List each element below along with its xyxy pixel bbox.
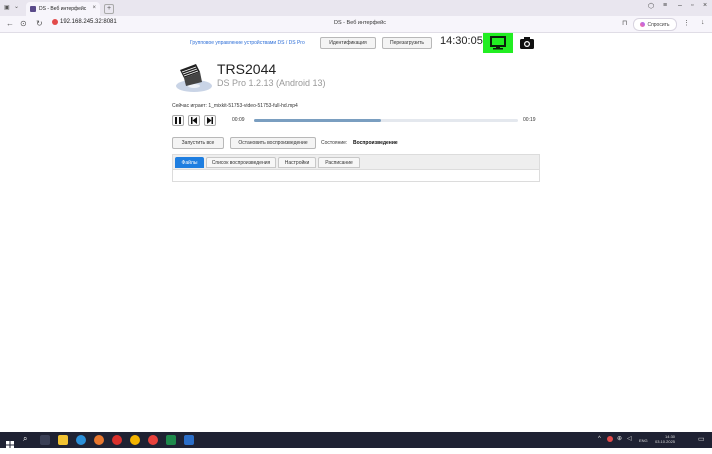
previous-icon	[191, 117, 197, 124]
state-label: Состояние:	[321, 140, 348, 146]
download-icon[interactable]: ↓	[701, 19, 705, 26]
excel-icon[interactable]	[166, 435, 176, 445]
browser-tab[interactable]: DS - Веб интерфейс ×	[26, 2, 100, 16]
reboot-button[interactable]: Перезагрузить	[382, 37, 432, 49]
progress-bar-fill	[254, 119, 381, 122]
device-name: TRS2044	[217, 61, 277, 77]
next-button[interactable]	[204, 115, 216, 126]
tray-app-icon[interactable]	[607, 436, 613, 442]
ask-label: Спросить	[647, 21, 670, 28]
monitor-icon	[490, 36, 506, 50]
identify-button[interactable]: Идентификация	[320, 37, 376, 49]
screen-preview-button[interactable]	[483, 33, 513, 53]
search-icon[interactable]: ⌕	[23, 434, 27, 444]
tab-content-panel	[172, 170, 540, 182]
clock: 14:30:05	[440, 35, 483, 47]
back-icon[interactable]: ←	[6, 19, 14, 28]
yandex-browser-icon[interactable]	[148, 435, 158, 445]
more-icon[interactable]: ⋮	[683, 19, 690, 27]
browser-tab-title: DS - Веб интерфейс	[39, 6, 87, 12]
tab-settings[interactable]: Настройки	[278, 157, 316, 168]
close-tab-icon[interactable]: ×	[92, 5, 96, 11]
group-management-link[interactable]: Групповое управление устройствами DS / D…	[190, 40, 305, 46]
maximize-icon[interactable]: ▫	[691, 2, 693, 9]
ask-button[interactable]: Спросить	[633, 18, 677, 31]
firefox-icon[interactable]	[94, 435, 104, 445]
current-time: 00:09	[232, 117, 245, 123]
ai-icon	[640, 22, 646, 27]
tab-playlist[interactable]: Список воспроизведения	[206, 157, 276, 168]
next-icon	[207, 117, 213, 124]
reload-icon[interactable]: ↻	[36, 19, 43, 28]
start-all-button[interactable]: Запустить все	[172, 137, 224, 149]
new-tab-button[interactable]: +	[104, 4, 114, 14]
previous-button[interactable]	[188, 115, 200, 126]
volume-icon[interactable]: ◁	[627, 435, 632, 442]
system-date: 03.10.2025	[655, 439, 676, 444]
app-icon[interactable]	[184, 435, 194, 445]
pause-button[interactable]	[172, 115, 184, 126]
notifications-icon[interactable]: ▭	[698, 435, 705, 443]
extensions-icon[interactable]: ⬡	[648, 2, 654, 10]
menu-icon[interactable]: ≡	[663, 2, 667, 9]
chrome-icon[interactable]	[130, 435, 140, 445]
task-view-icon[interactable]	[40, 435, 50, 445]
opera-icon[interactable]	[112, 435, 122, 445]
state-value: Воспроизведение	[353, 140, 398, 146]
total-time: 00:19	[523, 117, 536, 123]
tray-chevron-icon[interactable]: ^	[598, 436, 601, 442]
pause-icon	[175, 117, 181, 124]
ds-logo	[174, 62, 214, 94]
taskbar	[0, 432, 712, 448]
language-indicator[interactable]: ENG	[639, 438, 648, 443]
network-icon[interactable]: ⊕	[617, 435, 622, 442]
tab-schedule[interactable]: Расписание	[318, 157, 360, 168]
url-field[interactable]: 192.168.245.32:8081	[60, 19, 117, 25]
device-version: DS Pro 1.2.13 (Android 13)	[217, 78, 326, 88]
windows-start-icon[interactable]	[6, 436, 14, 449]
sidebar-toggle-icon[interactable]: ▣	[4, 4, 10, 11]
minimize-icon[interactable]: –	[678, 2, 682, 9]
history-icon[interactable]: ⊙	[20, 19, 27, 28]
system-clock[interactable]: 14:30 03.10.2025	[655, 434, 675, 444]
edge-icon[interactable]	[76, 435, 86, 445]
tab-list-icon[interactable]: ⌄	[14, 3, 19, 10]
file-explorer-icon[interactable]	[58, 435, 68, 445]
now-playing-text: Сейчас играет: 1_mixkit-51753-video-5175…	[172, 103, 298, 109]
bookmark-icon[interactable]: ⊓	[622, 19, 627, 27]
page-title: DS - Веб интерфейс	[334, 20, 386, 26]
tab-files[interactable]: Файлы	[175, 157, 204, 168]
close-window-icon[interactable]: ×	[703, 2, 707, 9]
screenshot-button[interactable]	[519, 36, 535, 50]
stop-playback-button[interactable]: Остановить воспроизведение	[230, 137, 316, 149]
favicon-icon	[30, 6, 36, 12]
not-secure-icon[interactable]	[52, 19, 58, 25]
camera-icon	[520, 37, 534, 49]
